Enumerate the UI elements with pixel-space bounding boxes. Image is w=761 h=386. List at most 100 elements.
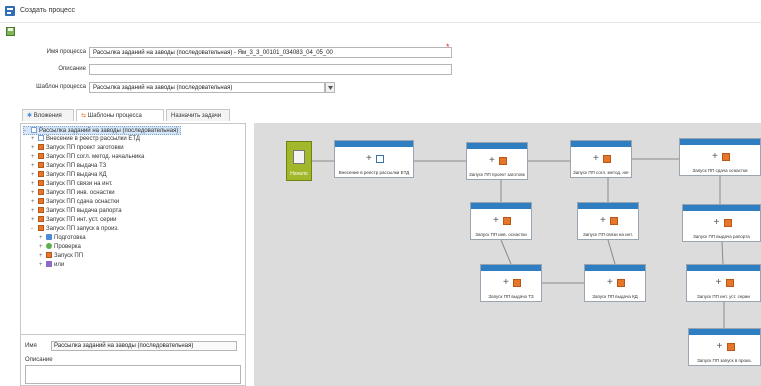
expand-node-icon[interactable]: + xyxy=(493,216,499,226)
blue-icon xyxy=(46,234,52,240)
title-bar: Создать процесс xyxy=(0,0,761,23)
tab-assign-tasks[interactable]: Назначить задачи xyxy=(166,109,230,121)
tree-item[interactable]: + или xyxy=(39,261,64,270)
expand-icon[interactable]: + xyxy=(39,252,46,261)
expand-node-icon[interactable]: + xyxy=(716,278,722,288)
node-header xyxy=(481,265,541,271)
tree-item-label: Запуск ПП выдача КД xyxy=(46,172,107,178)
tree-item-label: или xyxy=(54,262,65,268)
workflow-node[interactable]: + Запуск ПП инт. уст. серии xyxy=(686,264,761,302)
tree-item[interactable]: + Запуск ПП сдача оснастки xyxy=(31,198,119,207)
collapse-icon[interactable]: - xyxy=(24,127,31,136)
tree-item[interactable]: + Запуск ПП xyxy=(39,252,83,261)
expand-icon[interactable]: + xyxy=(39,234,46,243)
task-icon xyxy=(617,279,625,287)
workflow-node[interactable]: + Запуск ПП выдача ТЗ xyxy=(480,264,542,302)
workflow-node-label: Внесение в реестр рассылки ЕТД xyxy=(338,170,410,175)
doc-icon xyxy=(38,135,44,141)
task-icon xyxy=(725,279,734,287)
expand-node-icon[interactable]: + xyxy=(714,218,720,228)
workflow-node[interactable]: + Запуск ПП запуск в произ. xyxy=(688,328,761,366)
template-select[interactable]: Рассылка заданий на заводы (последовател… xyxy=(89,82,325,93)
collapse-icon[interactable]: - xyxy=(31,225,38,234)
workflow-node[interactable]: + Запуск ПП сдача оснастки xyxy=(679,138,761,176)
orange-icon xyxy=(38,216,44,222)
orange-icon xyxy=(46,252,52,258)
start-node-label: Начало xyxy=(290,171,308,177)
expand-node-icon[interactable]: + xyxy=(366,154,372,164)
workflow-node[interactable]: + Запуск ПП выдача рапорта xyxy=(682,204,761,242)
tree-item[interactable]: - Запуск ПП запуск в произ. xyxy=(31,225,119,234)
workflow-node-label: Запуск ПП инт. уст. серии xyxy=(697,294,750,299)
node-header xyxy=(687,265,760,271)
workflow-node[interactable]: + Запуск ПП выдача КД xyxy=(584,264,646,302)
expand-node-icon[interactable]: + xyxy=(712,152,718,162)
template-icon: ⇆ xyxy=(81,113,87,119)
process-tree: - Рассылка заданий на заводы (последовате… xyxy=(21,124,245,332)
expand-node-icon[interactable]: + xyxy=(607,278,613,288)
tree-item[interactable]: + Запуск ПП выдача КД xyxy=(31,171,107,180)
tree-item[interactable]: + Запуск ПП согл. метод. начальника xyxy=(31,153,144,162)
tab-process-templates[interactable]: ⇆ Шаблоны процесса xyxy=(76,109,164,121)
tree-item[interactable]: + Запуск ПП выдача ТЗ xyxy=(31,162,106,171)
tree-item-label: Запуск ПП инт. уст. серии xyxy=(46,217,117,223)
node-header xyxy=(335,141,413,147)
tree-item[interactable]: + Подготовка xyxy=(39,234,86,243)
process-name-input[interactable]: Рассылка заданий на заводы (последовател… xyxy=(89,47,452,58)
node-header xyxy=(683,205,760,211)
expand-icon[interactable]: + xyxy=(31,180,38,189)
task-icon xyxy=(499,157,507,165)
expand-icon[interactable]: + xyxy=(31,216,38,225)
expand-icon[interactable]: + xyxy=(39,261,46,270)
workflow-node-label: Запуск ПП связи на инт. xyxy=(583,232,633,237)
workflow-canvas[interactable]: Начало + Внесение в реестр рассылки ЕТД + З… xyxy=(254,123,761,386)
expand-node-icon[interactable]: + xyxy=(503,278,509,288)
node-header xyxy=(585,265,645,271)
workflow-node[interactable]: + Внесение в реестр рассылки ЕТД xyxy=(334,140,414,178)
expand-icon[interactable]: + xyxy=(31,153,38,162)
workflow-node[interactable]: + Запуск ПП связи на инт. xyxy=(577,202,639,240)
tree-item[interactable]: + Запуск ПП инт. уст. серии xyxy=(31,216,117,225)
attachment-icon: ✱ xyxy=(27,113,33,119)
workflow-node-label: Запуск ПП выдача рапорта xyxy=(693,234,750,239)
expand-icon[interactable]: + xyxy=(31,171,38,180)
expand-icon[interactable]: + xyxy=(31,162,38,171)
orange-icon xyxy=(38,144,44,150)
description-input[interactable] xyxy=(89,64,452,75)
workflow-edge xyxy=(607,239,616,265)
tree-item[interactable]: + Запуск ПП связи на инт. xyxy=(31,180,113,189)
details-description-field[interactable] xyxy=(25,365,241,384)
tree-item[interactable]: + Внесение в реестр рассылки ЕТД xyxy=(31,135,140,144)
tree-item[interactable]: + Проверка xyxy=(39,243,81,252)
expand-icon[interactable]: + xyxy=(31,207,38,216)
expand-icon[interactable]: + xyxy=(31,144,38,153)
expand-icon[interactable]: + xyxy=(39,243,46,252)
node-header xyxy=(467,143,527,149)
details-description-label: Описание xyxy=(25,357,53,363)
expand-icon[interactable]: + xyxy=(31,198,38,207)
workflow-node[interactable]: + Запуск ПП инв. оснастки xyxy=(470,202,532,240)
required-marker: * xyxy=(446,42,450,52)
orange-icon xyxy=(38,225,44,231)
expand-icon[interactable]: + xyxy=(31,135,38,144)
task-icon xyxy=(503,217,511,225)
workflow-edge xyxy=(500,239,512,265)
start-node[interactable]: Начало xyxy=(286,141,312,181)
expand-node-icon[interactable]: + xyxy=(489,156,495,166)
workflow-node[interactable]: + Запуск ПП согл. метод. нач. xyxy=(570,140,632,178)
details-panel: Имя Рассылка заданий на заводы (последов… xyxy=(21,334,245,386)
tree-item[interactable]: + Запуск ПП инв. оснастки xyxy=(31,189,115,198)
expand-node-icon[interactable]: + xyxy=(593,154,599,164)
expand-node-icon[interactable]: + xyxy=(717,342,723,352)
tab-attachments[interactable]: ✱ Вложения xyxy=(22,109,74,121)
expand-icon[interactable]: + xyxy=(31,189,38,198)
workflow-node[interactable]: + Запуск ПП проект заготовки xyxy=(466,142,528,180)
tree-item[interactable]: + Запуск ПП выдача рапорта xyxy=(31,207,122,216)
save-icon[interactable] xyxy=(6,27,15,36)
template-dropdown-button[interactable] xyxy=(325,82,335,93)
details-name-field[interactable]: Рассылка заданий на заводы (последовател… xyxy=(51,341,237,351)
tree-item-label: Запуск ПП связи на инт. xyxy=(46,181,113,187)
tree-item[interactable]: - Рассылка заданий на заводы (последовате… xyxy=(23,126,182,136)
tree-item[interactable]: + Запуск ПП проект заготовки xyxy=(31,144,124,153)
expand-node-icon[interactable]: + xyxy=(600,216,606,226)
